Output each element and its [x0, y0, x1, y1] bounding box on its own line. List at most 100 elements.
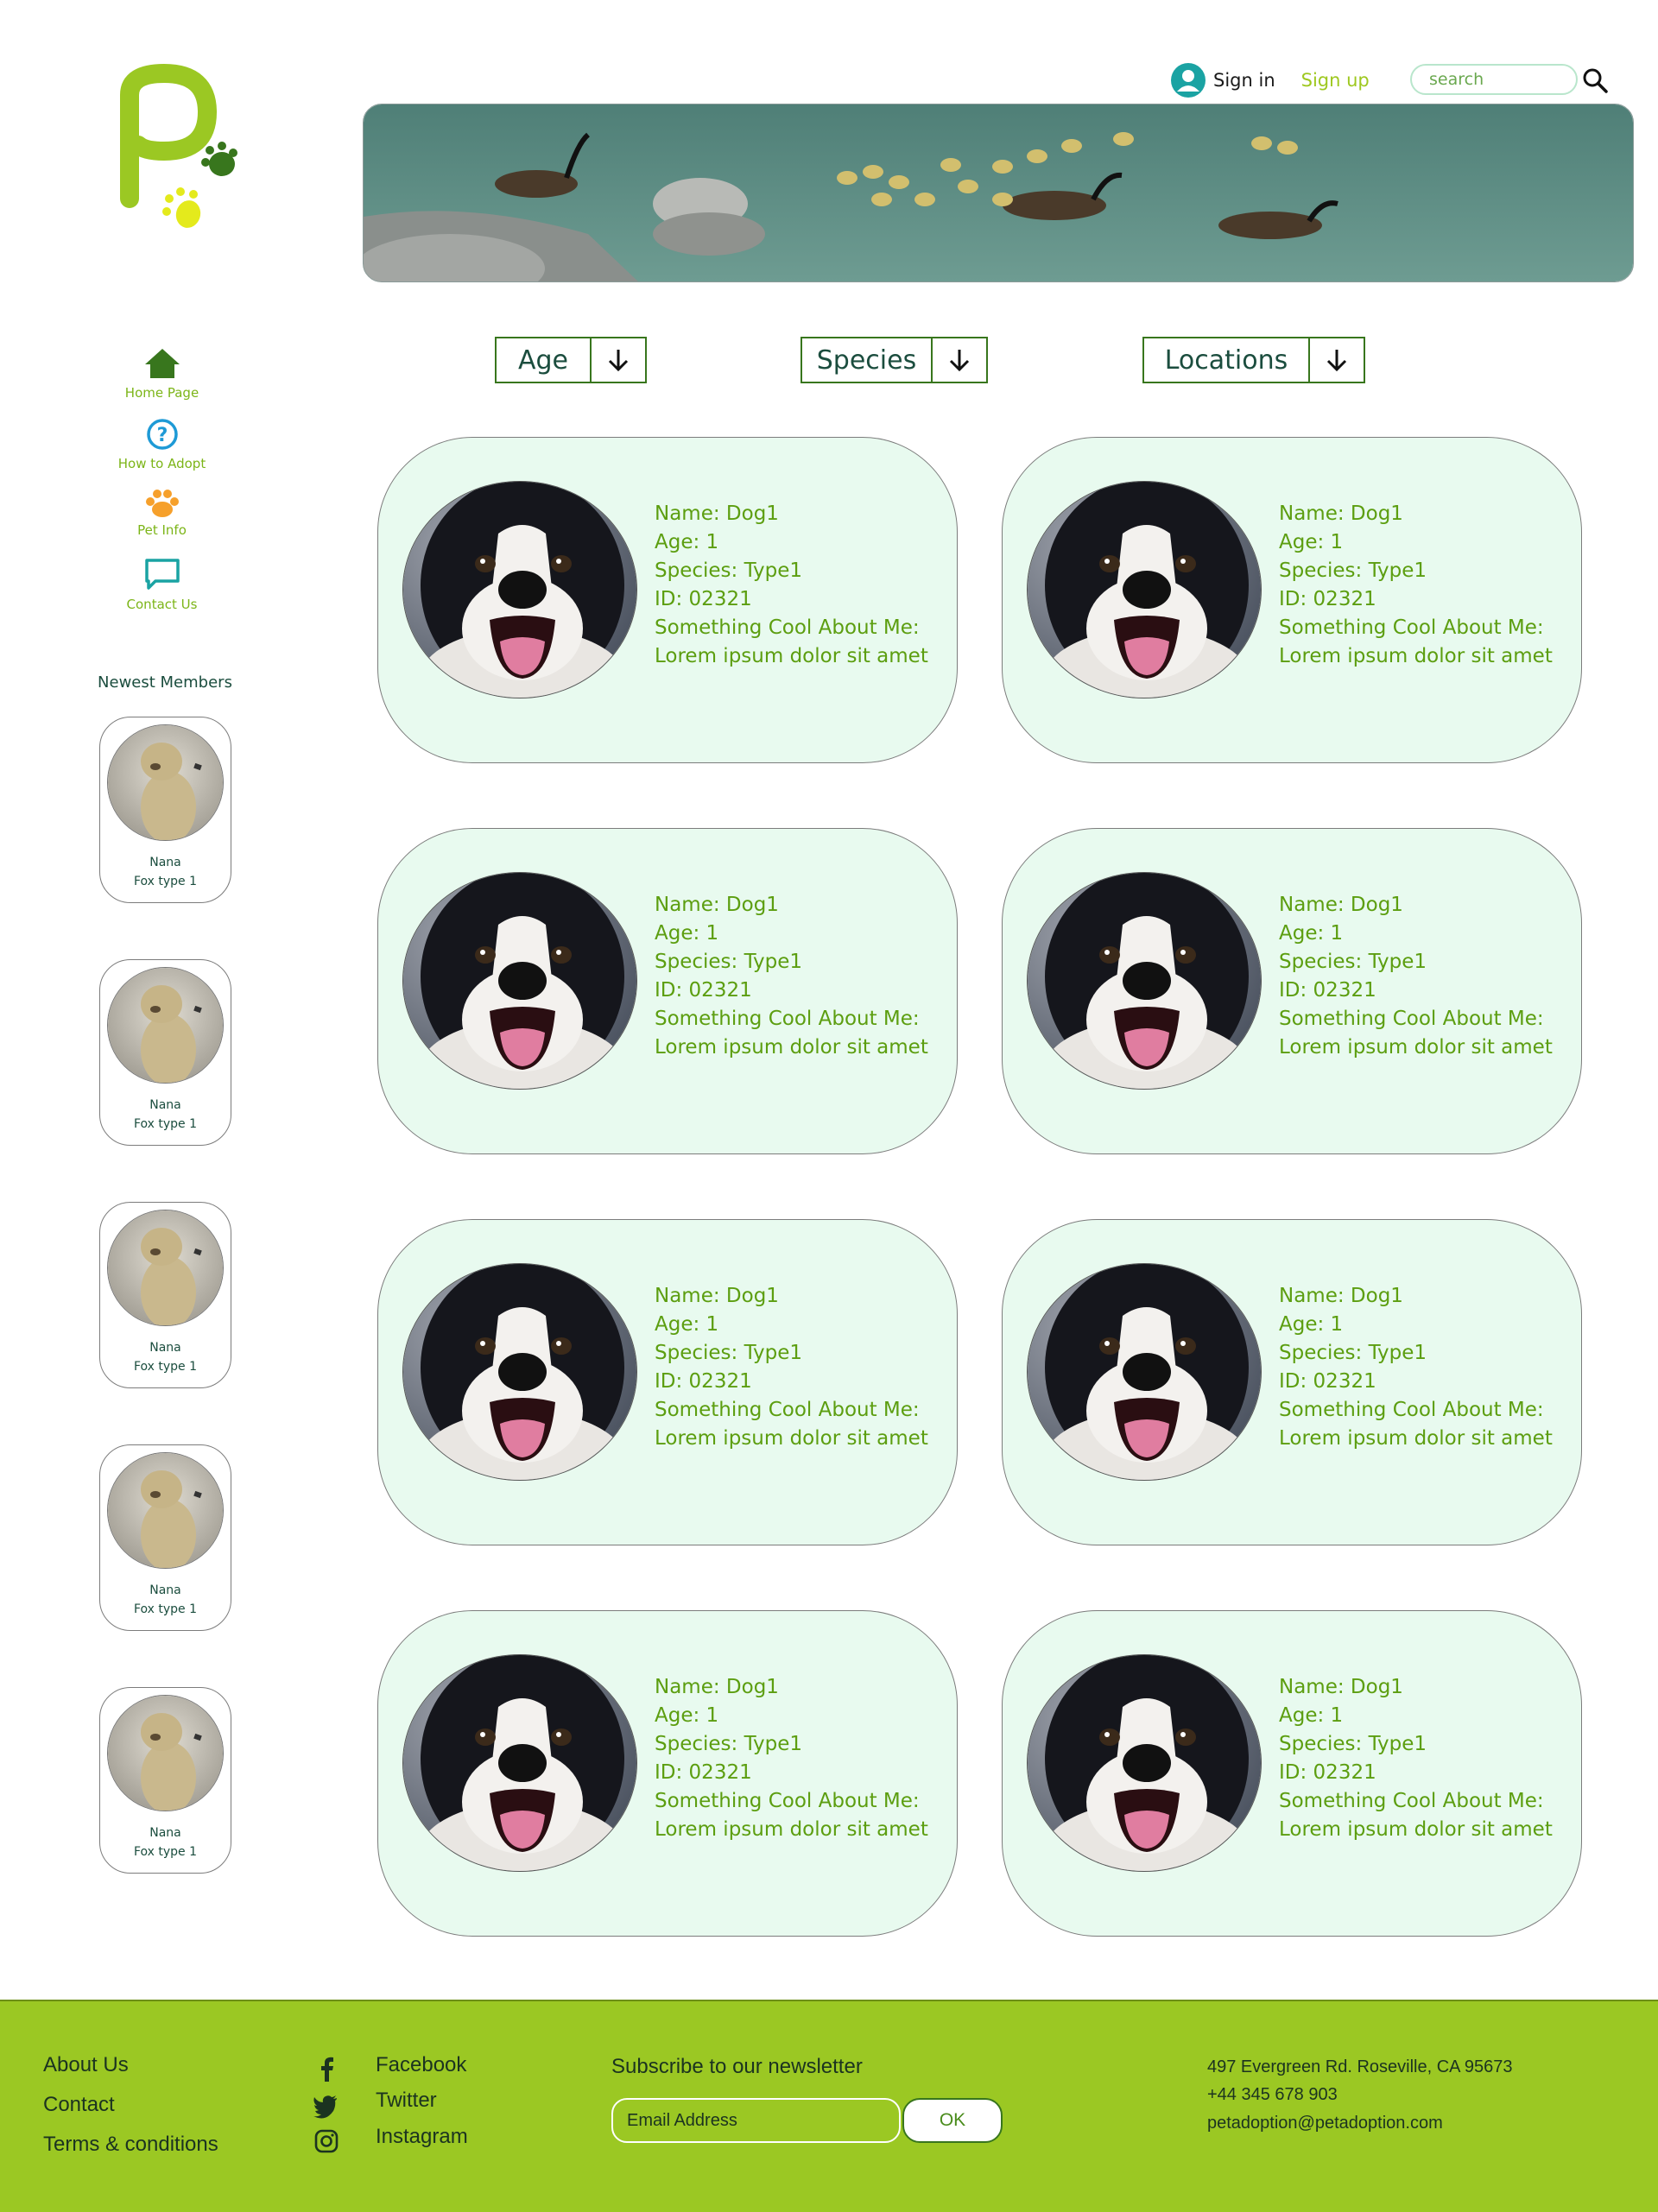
arrow-down-icon[interactable]	[590, 338, 645, 382]
pet-photo	[402, 481, 637, 698]
footer-link-about[interactable]: About Us	[43, 2053, 129, 2077]
pet-id: ID: 02321	[655, 1761, 752, 1784]
pet-cool-text: Lorem ipsum dolor sit amet	[655, 1818, 928, 1841]
member-type: Fox type 1	[133, 1845, 198, 1859]
home-icon	[144, 349, 180, 378]
nav-home[interactable]: Home Page	[104, 347, 220, 401]
pet-card[interactable]: Name: Dog1 Age: 1 Species: Type1 ID: 023…	[1002, 1610, 1582, 1937]
pet-cool-title: Something Cool About Me:	[655, 616, 920, 639]
footer-link-contact[interactable]: Contact	[43, 2093, 115, 2117]
pet-details: Name: Dog1 Age: 1 Species: Type1 ID: 023…	[655, 891, 928, 1062]
nav-how-to-adopt[interactable]: ? How to Adopt	[104, 418, 220, 471]
pet-id: ID: 02321	[1279, 588, 1376, 610]
member-card[interactable]: Nana Fox type 1	[99, 1444, 231, 1631]
pet-photo	[1027, 1263, 1262, 1481]
sign-up-link[interactable]: Sign up	[1301, 70, 1370, 91]
pet-details: Name: Dog1 Age: 1 Species: Type1 ID: 023…	[655, 1673, 928, 1844]
nav-pet-info-label: Pet Info	[137, 522, 187, 538]
instagram-icon[interactable]	[313, 2128, 339, 2154]
footer-facebook-link[interactable]: Facebook	[376, 2053, 466, 2077]
site-logo[interactable]	[104, 60, 268, 250]
newsletter-email-input[interactable]	[611, 2098, 901, 2143]
member-name: Nana	[149, 1583, 181, 1597]
pet-id: ID: 02321	[1279, 1761, 1376, 1784]
pet-details: Name: Dog1 Age: 1 Species: Type1 ID: 023…	[1279, 1282, 1553, 1453]
sign-in-link[interactable]: Sign in	[1213, 70, 1275, 91]
pet-species: Species: Type1	[655, 559, 803, 582]
pet-name: Name: Dog1	[655, 894, 779, 916]
pet-id: ID: 02321	[1279, 979, 1376, 1002]
member-photo	[107, 1695, 224, 1811]
pet-details: Name: Dog1 Age: 1 Species: Type1 ID: 023…	[655, 500, 928, 671]
svg-text:?: ?	[156, 425, 168, 446]
pet-photo	[402, 1654, 637, 1872]
pet-cool-text: Lorem ipsum dolor sit amet	[655, 1427, 928, 1450]
pet-card[interactable]: Name: Dog1 Age: 1 Species: Type1 ID: 023…	[1002, 1219, 1582, 1545]
pet-card[interactable]: Name: Dog1 Age: 1 Species: Type1 ID: 023…	[1002, 437, 1582, 763]
pet-cool-text: Lorem ipsum dolor sit amet	[1279, 645, 1553, 667]
facebook-icon[interactable]	[314, 2056, 340, 2082]
member-type: Fox type 1	[133, 1117, 198, 1131]
pet-name: Name: Dog1	[655, 502, 779, 525]
pet-card[interactable]: Name: Dog1 Age: 1 Species: Type1 ID: 023…	[377, 437, 958, 763]
member-card[interactable]: Nana Fox type 1	[99, 1202, 231, 1388]
member-type: Fox type 1	[133, 875, 198, 888]
pet-card[interactable]: Name: Dog1 Age: 1 Species: Type1 ID: 023…	[377, 1219, 958, 1545]
filter-locations[interactable]: Locations	[1142, 337, 1365, 383]
pet-age: Age: 1	[1279, 1704, 1344, 1727]
pet-name: Name: Dog1	[655, 1676, 779, 1698]
pet-card[interactable]: Name: Dog1 Age: 1 Species: Type1 ID: 023…	[377, 1610, 958, 1937]
arrow-down-icon[interactable]	[1308, 338, 1364, 382]
pet-cool-title: Something Cool About Me:	[1279, 616, 1544, 639]
hero-banner	[363, 104, 1634, 282]
member-name: Nana	[149, 1098, 181, 1112]
nav-contact-us[interactable]: Contact Us	[104, 557, 220, 612]
pet-details: Name: Dog1 Age: 1 Species: Type1 ID: 023…	[1279, 500, 1553, 671]
pet-card[interactable]: Name: Dog1 Age: 1 Species: Type1 ID: 023…	[377, 828, 958, 1154]
footer-link-terms[interactable]: Terms & conditions	[43, 2133, 218, 2157]
pet-photo	[402, 1263, 637, 1481]
question-icon: ?	[146, 419, 178, 450]
member-name: Nana	[149, 1826, 181, 1840]
pet-age: Age: 1	[655, 531, 719, 553]
newsletter-title: Subscribe to our newsletter	[611, 2055, 863, 2078]
pet-card[interactable]: Name: Dog1 Age: 1 Species: Type1 ID: 023…	[1002, 828, 1582, 1154]
footer-email[interactable]: petadoption@petadoption.com	[1207, 2114, 1443, 2133]
pet-species: Species: Type1	[655, 1733, 803, 1755]
pet-id: ID: 02321	[655, 979, 752, 1002]
footer-twitter-link[interactable]: Twitter	[376, 2089, 437, 2113]
nav-pet-info[interactable]: Pet Info	[104, 488, 220, 538]
pet-species: Species: Type1	[1279, 1733, 1427, 1755]
member-card[interactable]: Nana Fox type 1	[99, 717, 231, 903]
filter-locations-label: Locations	[1164, 344, 1288, 376]
pet-id: ID: 02321	[1279, 1370, 1376, 1393]
pet-species: Species: Type1	[655, 951, 803, 973]
newsletter-ok-button[interactable]: OK	[902, 2098, 1003, 2143]
footer-phone: +44 345 678 903	[1207, 2085, 1338, 2104]
pet-age: Age: 1	[655, 922, 719, 945]
pet-species: Species: Type1	[1279, 951, 1427, 973]
arrow-down-icon[interactable]	[931, 338, 986, 382]
search-icon[interactable]	[1582, 67, 1608, 93]
footer-address: 497 Evergreen Rd. Roseville, CA 95673	[1207, 2057, 1513, 2076]
pet-cool-title: Something Cool About Me:	[1279, 1399, 1544, 1421]
pet-cool-text: Lorem ipsum dolor sit amet	[655, 645, 928, 667]
pet-id: ID: 02321	[655, 588, 752, 610]
nav-home-label: Home Page	[124, 385, 199, 401]
member-photo	[107, 967, 224, 1084]
twitter-icon[interactable]	[313, 2093, 339, 2119]
search-input[interactable]	[1410, 64, 1578, 95]
user-icon[interactable]	[1170, 62, 1206, 98]
pet-photo	[1027, 1654, 1262, 1872]
pet-id: ID: 02321	[655, 1370, 752, 1393]
pet-details: Name: Dog1 Age: 1 Species: Type1 ID: 023…	[655, 1282, 928, 1453]
member-card[interactable]: Nana Fox type 1	[99, 1687, 231, 1874]
filter-species[interactable]: Species	[801, 337, 988, 383]
member-name: Nana	[149, 1341, 181, 1355]
pet-species: Species: Type1	[1279, 559, 1427, 582]
filter-age[interactable]: Age	[495, 337, 647, 383]
member-photo	[107, 724, 224, 841]
footer-instagram-link[interactable]: Instagram	[376, 2125, 468, 2149]
pet-photo	[1027, 872, 1262, 1090]
member-card[interactable]: Nana Fox type 1	[99, 959, 231, 1146]
